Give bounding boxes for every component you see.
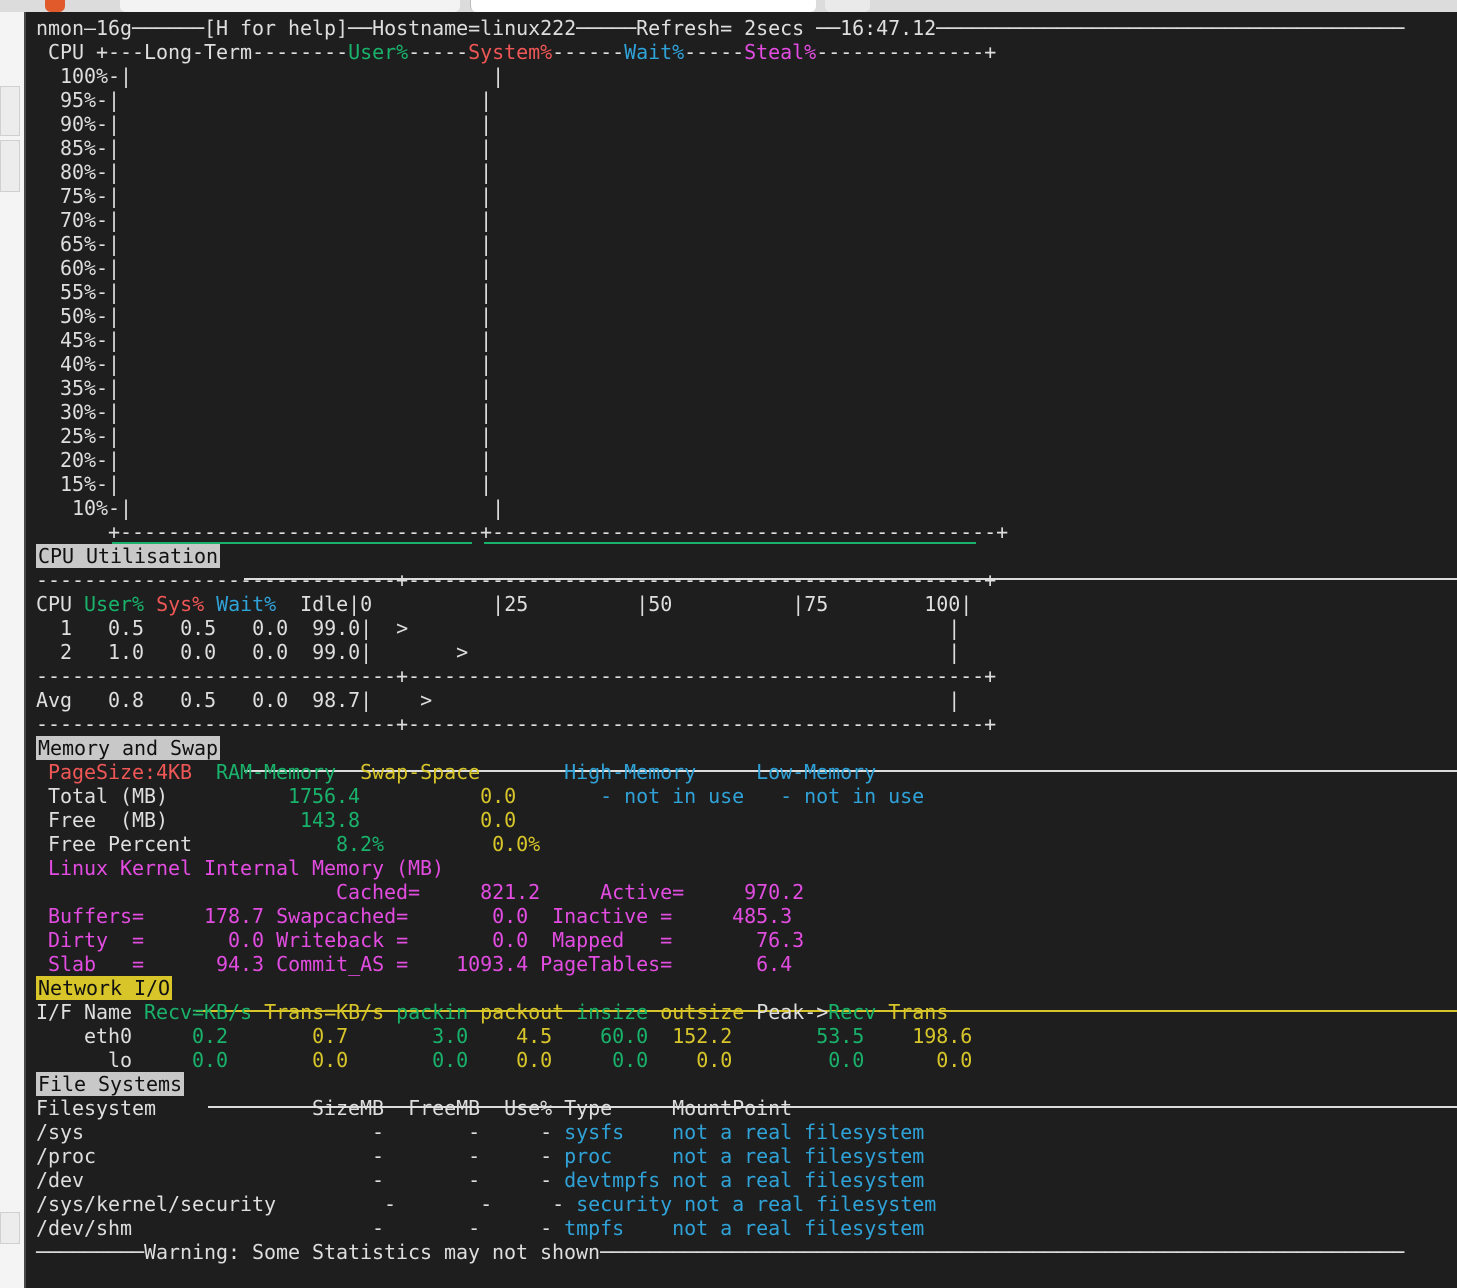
filesystem-row: /sys/kernel/security - - - security not … <box>36 1192 937 1216</box>
cpu-util-header: CPU User% Sys% Wait% Idle|0 |25 |50 |75 … <box>36 592 973 616</box>
filesystem-row: /proc - - - proc not a real filesystem <box>36 1144 925 1168</box>
cpu-util-title: CPU Utilisation <box>36 544 221 568</box>
y-axis-label: 60%-| | <box>60 256 493 280</box>
y-axis-label: 65%-| | <box>60 232 493 256</box>
y-axis-label: 80%-| | <box>60 160 493 184</box>
memory-total-row: Total (MB) 1756.4 0.0 - not in use - not… <box>48 784 925 808</box>
y-axis-label: 100%-| | <box>60 64 505 88</box>
y-axis-label: 10%-| | <box>72 496 505 520</box>
network-title: Network I/O <box>36 976 173 1000</box>
filesystem-row: /dev - - - devtmpfs not a real filesyste… <box>36 1168 925 1192</box>
new-tab-button[interactable] <box>825 0 870 12</box>
cpu-row: 2 1.0 0.0 0.0 99.0| > | <box>60 640 961 664</box>
y-axis-label: 40%-| | <box>60 352 493 376</box>
side-panel-item[interactable] <box>0 140 20 192</box>
side-panel-item[interactable] <box>0 86 20 136</box>
memory-freepct-row: Free Percent 8.2% 0.0% <box>48 832 541 856</box>
cpu-util-rule-mid: ------------------------------+---------… <box>36 664 997 688</box>
cpu-util-rule-bottom: ------------------------------+---------… <box>36 712 997 736</box>
y-axis-label: 35%-| | <box>60 376 493 400</box>
kernel-row-dirty: Dirty = 0.0 Writeback = 0.0 Mapped = 76.… <box>48 928 805 952</box>
browser-tab-strip <box>0 0 1457 12</box>
footer-warning: ─────────Warning: Some Statistics may no… <box>36 1240 1405 1264</box>
network-row: eth0 0.2 0.7 3.0 4.5 60.0 152.2 53.5 198… <box>84 1024 973 1048</box>
long-term-header: CPU +---Long-Term--------User%-----Syste… <box>48 40 997 64</box>
y-axis-label: 95%-| | <box>60 88 493 112</box>
filesystem-row: /dev/shm - - - tmpfs not a real filesyst… <box>36 1216 925 1240</box>
network-header: I/F Name Recv=KB/s Trans=KB/s packin pac… <box>36 1000 949 1024</box>
cpu-avg-row: Avg 0.8 0.5 0.0 98.7| > | <box>36 688 961 712</box>
y-axis-label: 70%-| | <box>60 208 493 232</box>
kernel-row-slab: Slab = 94.3 Commit_AS = 1093.4 PageTable… <box>48 952 793 976</box>
y-axis-label: 15%-| | <box>60 472 493 496</box>
title-bar: nmon—16g──────[H for help]──Hostname=lin… <box>36 16 1405 40</box>
terminal-window[interactable]: nmon—16g──────[H for help]──Hostname=lin… <box>24 12 1457 1288</box>
filesystems-title: File Systems <box>36 1072 185 1096</box>
browser-tab-active[interactable] <box>470 0 816 12</box>
kernel-row-buffers: Buffers= 178.7 Swapcached= 0.0 Inactive … <box>48 904 793 928</box>
cpu-row: 1 0.5 0.5 0.0 99.0| > | <box>60 616 961 640</box>
nmon-screen: nmon—16g──────[H for help]──Hostname=lin… <box>36 16 1404 1264</box>
side-panel <box>0 12 24 1288</box>
y-axis-label: 30%-| | <box>60 400 493 424</box>
memory-title: Memory and Swap <box>36 736 221 760</box>
y-axis-label: 75%-| | <box>60 184 493 208</box>
y-axis-label: 90%-| | <box>60 112 493 136</box>
y-axis-label: 55%-| | <box>60 280 493 304</box>
memory-header: PageSize:4KB RAM-Memory Swap-Space High-… <box>48 760 877 784</box>
filesystem-row: /sys - - - sysfs not a real filesystem <box>36 1120 925 1144</box>
y-axis-label: 85%-| | <box>60 136 493 160</box>
network-row: lo 0.0 0.0 0.0 0.0 0.0 0.0 0.0 0.0 <box>108 1048 973 1072</box>
memory-free-row: Free (MB) 143.8 0.0 <box>48 808 517 832</box>
filesystems-header: Filesystem SizeMB FreeMB Use% Type Mount… <box>36 1096 793 1120</box>
y-axis-label: 20%-| | <box>60 448 493 472</box>
cpu-util-rule-top: ------------------------------+---------… <box>36 568 997 592</box>
browser-tab[interactable] <box>120 0 460 12</box>
browser-tab-icon[interactable] <box>45 0 65 12</box>
y-axis-label: 25%-| | <box>60 424 493 448</box>
long-term-footer: +------------------------------+--------… <box>36 520 1009 544</box>
y-axis-label: 50%-| | <box>60 304 493 328</box>
side-panel-item[interactable] <box>0 1212 20 1244</box>
kernel-row-cached: Cached= 821.2 Active= 970.2 <box>336 880 805 904</box>
kernel-memory-title: Linux Kernel Internal Memory (MB) <box>48 856 445 880</box>
y-axis-label: 45%-| | <box>60 328 493 352</box>
